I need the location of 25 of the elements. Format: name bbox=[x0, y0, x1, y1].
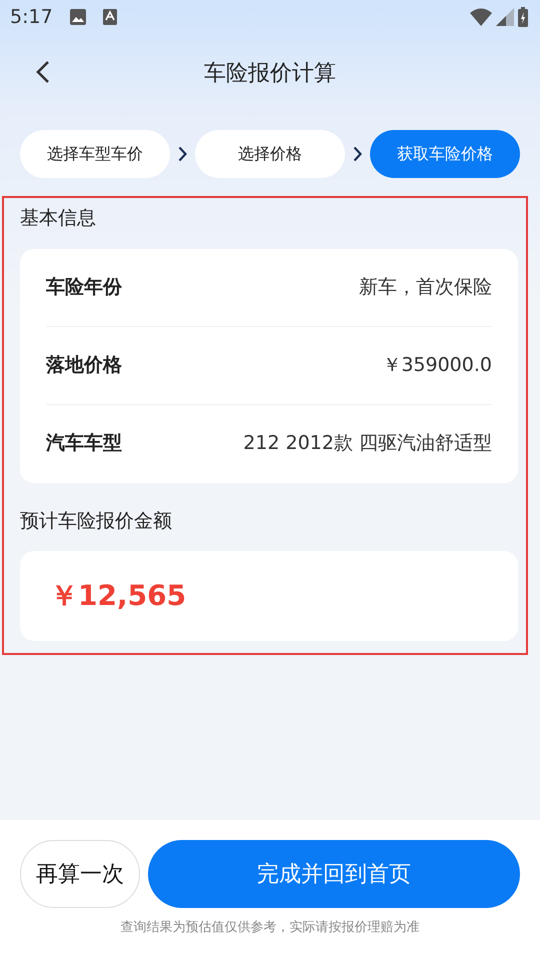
status-time: 5:17 bbox=[10, 4, 53, 30]
step-tab[interactable]: 获取车险价格 bbox=[370, 130, 520, 178]
step-tab[interactable]: 选择价格 bbox=[195, 130, 345, 178]
section-title: 基本信息 bbox=[20, 206, 97, 231]
step-tab[interactable]: 选择车型车价 bbox=[20, 130, 170, 178]
back-icon[interactable] bbox=[36, 60, 50, 84]
page-title: 车险报价计算 bbox=[204, 60, 336, 88]
field-value: ￥359000.0 bbox=[382, 352, 492, 378]
estimate-amount: ￥12,565 bbox=[20, 551, 518, 641]
field-value: 212 2012款 四驱汽油舒适型 bbox=[243, 431, 492, 456]
signal-icon bbox=[496, 8, 514, 26]
chevron-icon bbox=[353, 146, 362, 162]
chevron-icon bbox=[178, 146, 187, 162]
field-value: 新车，首次保险 bbox=[359, 274, 492, 300]
section-title: 预计车险报价金额 bbox=[20, 508, 173, 534]
text-icon bbox=[102, 9, 117, 25]
field-label: 车险年份 bbox=[46, 274, 122, 300]
recalculate-button[interactable]: 再算一次 bbox=[20, 840, 140, 908]
wifi-icon bbox=[470, 8, 492, 26]
finish-button[interactable]: 完成并回到首页 bbox=[148, 840, 520, 908]
field-label: 落地价格 bbox=[46, 352, 122, 378]
battery-icon bbox=[518, 7, 528, 27]
image-icon bbox=[68, 8, 87, 26]
disclaimer-text: 查询结果为预估值仅供参考，实际请按报价理赔为准 bbox=[120, 919, 420, 937]
field-label: 汽车车型 bbox=[46, 431, 122, 456]
